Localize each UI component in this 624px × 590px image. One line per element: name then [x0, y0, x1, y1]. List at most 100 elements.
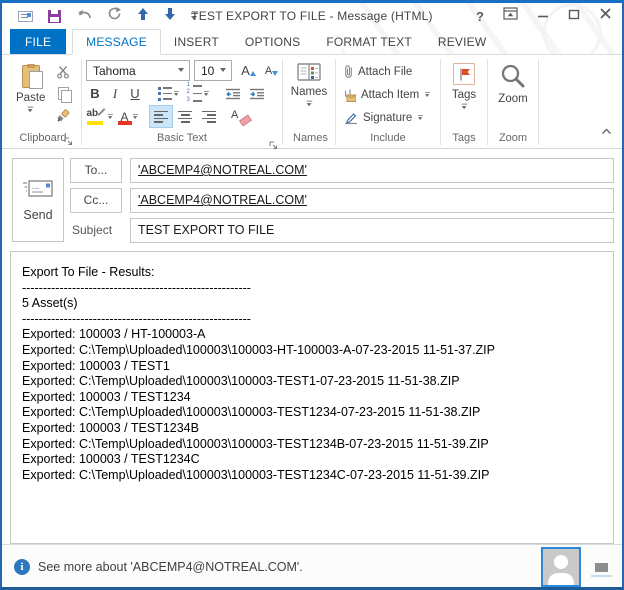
maximize-icon[interactable] — [568, 7, 580, 25]
italic-button[interactable]: I — [106, 83, 124, 104]
align-left-button[interactable] — [150, 106, 172, 127]
people-pane-toggle[interactable] — [595, 563, 608, 572]
chevron-down-icon — [204, 91, 209, 96]
chevron-down-icon — [306, 101, 312, 107]
follow-up-flag-icon — [453, 63, 475, 85]
copy-button[interactable] — [52, 83, 74, 104]
tab-file[interactable]: FILE — [10, 29, 66, 54]
group-zoom: Zoom Zoom — [488, 57, 538, 148]
bullets-button[interactable] — [156, 83, 182, 104]
save-icon[interactable] — [48, 10, 61, 23]
font-name-combo[interactable]: Tahoma — [86, 60, 190, 81]
basic-text-group-label: Basic Text — [82, 131, 282, 148]
undo-icon[interactable] — [76, 7, 92, 25]
clear-formatting-button[interactable]: A — [230, 106, 252, 127]
customize-qat-icon[interactable] — [191, 13, 198, 20]
chevron-down-icon — [461, 104, 467, 110]
cut-button[interactable] — [52, 61, 74, 82]
people-pane-message[interactable]: See more about 'ABCEMP4@NOTREAL.COM'. — [38, 560, 303, 574]
decrease-indent-icon — [225, 88, 241, 100]
increase-indent-icon — [249, 88, 265, 100]
tab-format-text[interactable]: FORMAT TEXT — [313, 29, 425, 54]
to-field[interactable]: 'ABCEMP4@NOTREAL.COM' — [130, 158, 614, 183]
chevron-down-icon — [108, 114, 113, 119]
align-left-icon — [154, 111, 168, 123]
cc-button[interactable]: Cc... — [70, 188, 122, 213]
font-color-icon: A — [118, 108, 132, 125]
names-button[interactable]: Names — [284, 59, 334, 131]
info-icon — [14, 559, 30, 575]
align-center-button[interactable] — [174, 106, 196, 127]
font-color-button[interactable]: A — [116, 106, 140, 127]
send-button[interactable]: Send — [12, 158, 64, 242]
help-icon[interactable]: ? — [476, 9, 484, 24]
message-window-icon — [18, 11, 33, 22]
align-right-button[interactable] — [198, 106, 220, 127]
subject-field[interactable]: TEST EXPORT TO FILE — [130, 218, 614, 243]
basic-text-dialog-launcher-icon[interactable] — [269, 137, 278, 146]
quick-access-toolbar — [18, 7, 198, 26]
align-right-icon — [202, 111, 216, 123]
increase-indent-button[interactable] — [246, 83, 268, 104]
paste-dropdown-icon — [28, 107, 34, 113]
grow-font-button[interactable]: A — [236, 60, 255, 81]
grow-font-arrow-icon — [250, 71, 256, 76]
cc-field[interactable]: 'ABCEMP4@NOTREAL.COM' — [130, 188, 614, 213]
to-recipient[interactable]: 'ABCEMP4@NOTREAL.COM' — [138, 163, 307, 177]
subject-value: TEST EXPORT TO FILE — [138, 223, 274, 237]
numbering-button[interactable] — [184, 83, 210, 104]
cc-recipient[interactable]: 'ABCEMP4@NOTREAL.COM' — [138, 193, 307, 207]
chevron-down-icon — [133, 114, 138, 119]
tab-options[interactable]: OPTIONS — [232, 29, 313, 54]
window-controls: ? — [476, 7, 612, 25]
address-book-icon — [297, 63, 321, 82]
message-window: TEST EXPORT TO FILE - Message (HTML) ? F… — [0, 0, 624, 590]
numbering-icon — [185, 84, 202, 104]
underline-button[interactable]: U — [126, 83, 144, 104]
message-header: Send To... 'ABCEMP4@NOTREAL.COM' Cc... '… — [2, 149, 622, 249]
format-painter-button[interactable] — [52, 105, 74, 126]
scissors-icon — [56, 65, 70, 79]
tab-review[interactable]: REVIEW — [425, 29, 500, 54]
tags-group-label: Tags — [441, 131, 487, 148]
paste-icon — [22, 65, 40, 88]
zoom-group-label: Zoom — [488, 131, 538, 148]
group-basic-text: Tahoma 10 A A B I U — [82, 57, 282, 148]
close-icon[interactable] — [599, 7, 612, 25]
subject-label: Subject — [70, 223, 122, 237]
ribbon-tabs: FILE MESSAGE INSERT OPTIONS FORMAT TEXT … — [2, 29, 622, 55]
collapse-ribbon-icon[interactable] — [601, 122, 612, 140]
redo-icon[interactable] — [107, 7, 122, 26]
magnifier-icon — [500, 63, 526, 89]
text-highlight-button[interactable]: ab — [86, 106, 114, 127]
message-body[interactable]: Export To File - Results: --------------… — [10, 251, 614, 544]
shrink-font-button[interactable]: A — [259, 60, 278, 81]
decrease-indent-button[interactable] — [222, 83, 244, 104]
attach-file-button[interactable]: Attach File — [340, 61, 435, 82]
format-painter-icon — [56, 109, 70, 123]
clipboard-dialog-launcher-icon[interactable] — [64, 133, 73, 142]
bullets-icon — [158, 87, 172, 101]
tab-message[interactable]: MESSAGE — [72, 29, 161, 55]
shrink-font-arrow-icon — [272, 71, 278, 76]
people-pane: See more about 'ABCEMP4@NOTREAL.COM'. — [2, 544, 622, 589]
send-button-label: Send — [23, 208, 52, 222]
to-button[interactable]: To... — [70, 158, 122, 183]
chevron-down-icon — [418, 115, 423, 120]
bold-button[interactable]: B — [86, 83, 104, 104]
attach-item-button[interactable]: Attach Item — [340, 84, 435, 105]
zoom-button[interactable]: Zoom — [491, 59, 534, 131]
chevron-down-icon — [174, 91, 179, 96]
move-up-icon[interactable] — [137, 7, 149, 26]
tab-insert[interactable]: INSERT — [161, 29, 232, 54]
font-size-combo[interactable]: 10 — [194, 60, 232, 81]
ribbon-display-options-icon[interactable] — [503, 7, 518, 25]
minimize-icon[interactable] — [537, 7, 549, 25]
avatar[interactable] — [541, 547, 581, 587]
names-group-label: Names — [283, 131, 335, 148]
paste-button[interactable]: Paste — [9, 59, 52, 131]
group-tags: Tags Tags — [441, 57, 487, 148]
signature-button[interactable]: Signature — [340, 107, 435, 128]
move-down-icon[interactable] — [164, 7, 176, 26]
tags-button[interactable]: Tags — [445, 59, 483, 131]
